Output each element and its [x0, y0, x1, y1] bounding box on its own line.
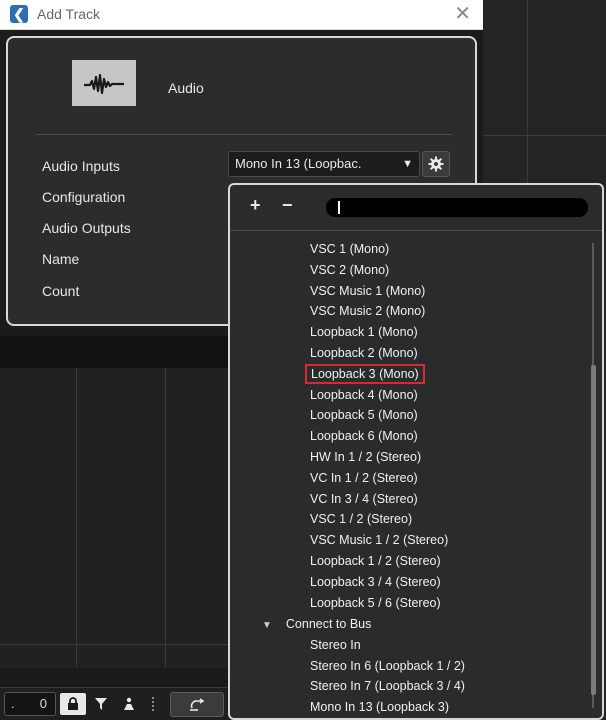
- list-item[interactable]: VSC Music 1 (Mono): [310, 281, 425, 301]
- list-item[interactable]: Stereo In 6 (Loopback 1 / 2): [310, 656, 465, 676]
- list-item[interactable]: Loopback 4 (Mono): [310, 385, 418, 405]
- list-item[interactable]: Loopback 1 (Mono): [310, 322, 418, 342]
- close-icon[interactable]: ✕: [454, 2, 471, 26]
- filter-icon[interactable]: [90, 693, 112, 715]
- group-label: Connect to Bus: [285, 617, 372, 631]
- add-icon[interactable]: +: [250, 195, 261, 216]
- list-item[interactable]: Loopback 5 (Mono): [310, 405, 418, 425]
- list-item[interactable]: VC In 3 / 4 (Stereo): [310, 489, 418, 509]
- audio-inputs-dropdown: + − VSC 1 (Mono) VSC 2 (Mono) VSC Music …: [228, 183, 604, 720]
- list-item[interactable]: Loopback 2 (Mono): [310, 343, 418, 363]
- text-cursor: [338, 201, 340, 214]
- scrollbar-thumb[interactable]: [591, 365, 596, 695]
- list-item[interactable]: Loopback 5 / 6 (Stereo): [310, 593, 441, 613]
- list-item[interactable]: Loopback 1 / 2 (Stereo): [310, 551, 441, 571]
- list-item[interactable]: VC In 1 / 2 (Stereo): [310, 468, 418, 488]
- dropdown-toolbar: + −: [230, 185, 602, 231]
- bottom-toolbar: . 0: [0, 687, 228, 720]
- track-type-label: Audio: [168, 80, 204, 96]
- number-field-value: 0: [39, 696, 47, 711]
- list-item[interactable]: VSC 1 (Mono): [310, 239, 389, 259]
- list-item[interactable]: VSC Music 1 / 2 (Stereo): [310, 530, 448, 550]
- count-label: Count: [42, 283, 80, 299]
- list-item[interactable]: Loopback 3 / 4 (Stereo): [310, 572, 441, 592]
- search-input[interactable]: [326, 198, 588, 217]
- name-label: Name: [42, 251, 80, 267]
- audio-outputs-label: Audio Outputs: [42, 220, 131, 236]
- list-item[interactable]: Mono In 13 (Loopback 3): [310, 697, 449, 717]
- divider: [36, 134, 452, 135]
- group-connect-to-bus[interactable]: ▼ Connect to Bus: [262, 614, 371, 634]
- number-field-dot: .: [11, 696, 15, 711]
- chevron-down-icon: ▼: [402, 158, 413, 170]
- list-item[interactable]: Stereo In 7 (Loopback 3 / 4): [310, 676, 465, 696]
- list-item-selected[interactable]: Loopback 3 (Mono): [305, 364, 425, 384]
- dialog-title: Add Track: [37, 6, 101, 22]
- remove-icon[interactable]: −: [282, 195, 293, 216]
- audio-inputs-select[interactable]: Mono In 13 (Loopbac. ▼: [228, 151, 420, 177]
- expand-triangle-icon: ▼: [262, 620, 272, 631]
- separator-handle[interactable]: [152, 697, 154, 711]
- audio-inputs-label: Audio Inputs: [42, 158, 120, 174]
- loop-icon[interactable]: [170, 692, 224, 717]
- grid-line: [76, 368, 77, 668]
- audio-inputs-value: Mono In 13 (Loopbac.: [235, 156, 362, 171]
- list-item[interactable]: VSC 2 (Mono): [310, 260, 389, 280]
- lock-icon[interactable]: [60, 693, 86, 715]
- list-item[interactable]: VSC 1 / 2 (Stereo): [310, 509, 412, 529]
- gear-icon[interactable]: [422, 151, 450, 177]
- list-item[interactable]: HW In 1 / 2 (Stereo): [310, 447, 421, 467]
- cubase-icon: ❮: [10, 5, 28, 23]
- dialog-titlebar: ❮ Add Track ✕: [0, 0, 483, 30]
- list-item[interactable]: Stereo In: [310, 635, 361, 655]
- person-icon[interactable]: [118, 693, 140, 715]
- waveform-icon[interactable]: [72, 60, 136, 106]
- configuration-label: Configuration: [42, 189, 126, 205]
- list-item[interactable]: VSC Music 2 (Mono): [310, 301, 425, 321]
- number-field[interactable]: . 0: [4, 692, 56, 716]
- grid-line: [483, 135, 606, 136]
- list-item[interactable]: Loopback 6 (Mono): [310, 426, 418, 446]
- grid-line: [165, 368, 166, 668]
